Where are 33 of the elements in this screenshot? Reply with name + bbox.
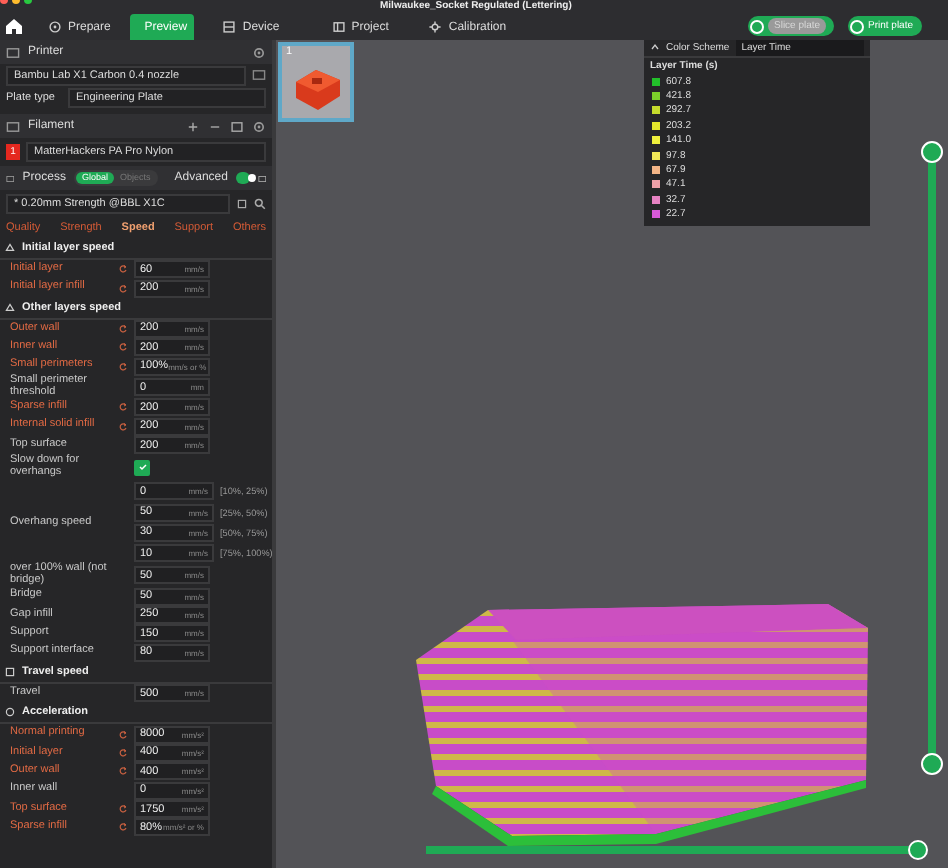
- add-icon[interactable]: [186, 119, 200, 133]
- reset-icon[interactable]: [118, 804, 128, 815]
- settings-icon[interactable]: [252, 45, 266, 59]
- device-icon: [222, 20, 237, 34]
- reset-icon[interactable]: [118, 729, 128, 740]
- crosshair-icon: [428, 20, 443, 34]
- reset-icon[interactable]: [118, 402, 128, 413]
- slider-handle[interactable]: [921, 141, 943, 163]
- advanced-toggle[interactable]: [235, 172, 250, 184]
- reset-icon[interactable]: [118, 283, 128, 294]
- collapse-icon[interactable]: [650, 42, 660, 52]
- reset-icon[interactable]: [118, 264, 128, 275]
- search-icon[interactable]: [254, 197, 266, 209]
- group-icon: [4, 301, 16, 314]
- settings-icon[interactable]: [252, 119, 266, 133]
- reset-icon[interactable]: [118, 361, 128, 372]
- project-icon: [331, 20, 346, 34]
- group-icon: [4, 665, 16, 678]
- home-icon[interactable]: [4, 16, 24, 36]
- reset-icon[interactable]: [118, 766, 128, 777]
- group-icon: [4, 706, 16, 719]
- reset-icon[interactable]: [118, 323, 128, 334]
- reset-icon[interactable]: [118, 342, 128, 353]
- reset-icon[interactable]: [118, 421, 128, 432]
- group-icon: [4, 242, 16, 254]
- slider-handle[interactable]: [908, 840, 928, 860]
- reset-icon[interactable]: [118, 747, 128, 758]
- reset-icon[interactable]: [118, 822, 128, 833]
- target-icon: [48, 20, 62, 34]
- slider-handle[interactable]: [921, 753, 943, 775]
- model-thumbnail-icon: [292, 64, 344, 112]
- checkbox[interactable]: [134, 459, 150, 476]
- check-icon: [137, 462, 147, 473]
